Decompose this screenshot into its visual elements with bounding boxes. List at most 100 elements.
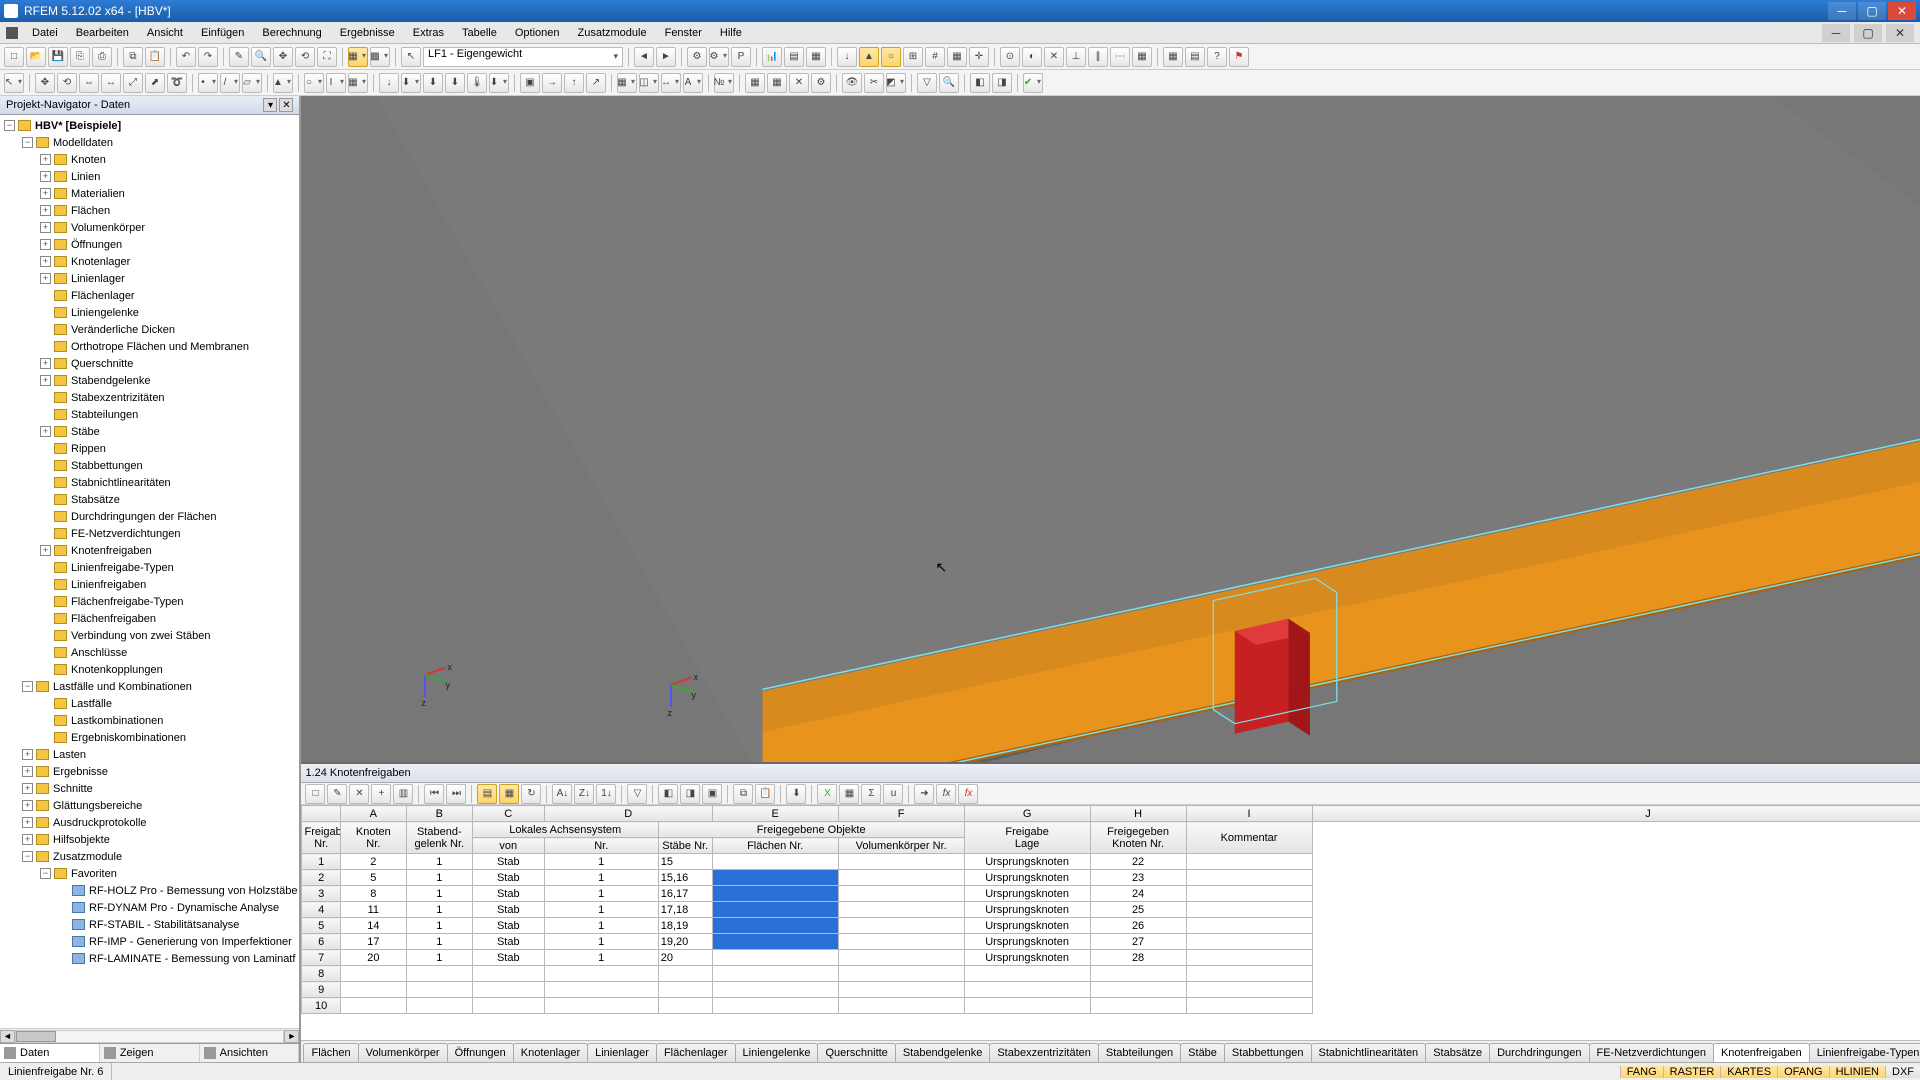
tree-item[interactable]: Flächenfreigaben [2,610,297,627]
print-button[interactable]: ⎙ [92,47,112,67]
table-tab[interactable]: Stabexzentrizitäten [989,1043,1099,1062]
menu-hilfe[interactable]: Hilfe [712,25,750,41]
table-grid[interactable]: ABCDEFGHIJFreigabeNr.KnotenNr.Stabend-ge… [301,805,1920,1040]
snap-grid-button[interactable]: ▦ [1132,47,1152,67]
tree-item[interactable]: −Modelldaten [2,134,297,151]
sweep-button[interactable]: ➰ [167,73,187,93]
table-tab[interactable]: Volumenkörper [358,1043,448,1062]
view-y-button[interactable]: ↑ [564,73,584,93]
table-row[interactable]: 10 [302,998,1920,1014]
mdi-close-button[interactable]: ✕ [1886,24,1914,42]
mesh-gen-button[interactable]: ▦ [745,73,765,93]
tree-item[interactable]: Lastfälle [2,695,297,712]
menu-optionen[interactable]: Optionen [507,25,568,41]
minimize-button[interactable]: ─ [1828,2,1856,20]
paste-button[interactable]: 📋 [145,47,165,67]
tree-item[interactable]: +Volumenkörper [2,219,297,236]
color1-button[interactable]: ◧ [970,73,990,93]
tbl-units-button[interactable]: u [883,784,903,804]
tree-item[interactable]: −Zusatzmodule [2,848,297,865]
undo-button[interactable]: ↶ [176,47,196,67]
scroll-left-icon[interactable]: ◄ [0,1030,15,1043]
status-toggle-raster[interactable]: RASTER [1663,1066,1721,1078]
load-surface-button[interactable]: ⬇ [423,73,443,93]
tbl-sel2-button[interactable]: ◨ [680,784,700,804]
menu-ergebnisse[interactable]: Ergebnisse [332,25,403,41]
tree-item[interactable]: Stabexzentrizitäten [2,389,297,406]
navigator-pin-icon[interactable]: ▾ [263,98,277,112]
tree-item[interactable]: Rippen [2,440,297,457]
workplane-button[interactable]: ◫ [639,73,659,93]
tree-item[interactable]: RF-LAMINATE - Bemessung von Laminatf [2,950,297,967]
results-button[interactable]: 📊 [762,47,782,67]
material-button[interactable]: ▦ [348,73,368,93]
new-button[interactable]: □ [4,47,24,67]
find-button[interactable]: 🔍 [939,73,959,93]
tree-item[interactable]: Liniengelenke [2,304,297,321]
mesh-del-button[interactable]: ✕ [789,73,809,93]
partial-button[interactable]: ◩ [886,73,906,93]
menu-zusatzmodule[interactable]: Zusatzmodule [570,25,655,41]
table-row[interactable]: 6171Stab119,20Ursprungsknoten27 [302,934,1920,950]
status-toggle-ofang[interactable]: OFANG [1777,1066,1829,1078]
tbl-sort-n-button[interactable]: 1↓ [596,784,616,804]
tree-item[interactable]: +Glättungsbereiche [2,797,297,814]
table-tab[interactable]: Stabendgelenke [895,1043,991,1062]
table-row[interactable]: 5141Stab118,19Ursprungsknoten26 [302,918,1920,934]
tbl-edit-button[interactable]: ✎ [327,784,347,804]
show-hinge-button[interactable]: ○ [881,47,901,67]
tree-item[interactable]: RF-IMP - Generierung von Imperfektioner [2,933,297,950]
tbl-paste-button[interactable]: 📋 [755,784,775,804]
support-button[interactable]: ▲ [273,73,293,93]
tbl-copy-button[interactable]: ⧉ [733,784,753,804]
tree-item[interactable]: +Hilfsobjekte [2,831,297,848]
table-row[interactable]: 4111Stab117,18Ursprungsknoten25 [302,902,1920,918]
tbl-auto-button[interactable]: ▦ [499,784,519,804]
menu-berechnung[interactable]: Berechnung [254,25,329,41]
menu-datei[interactable]: Datei [24,25,66,41]
next-lc-button[interactable]: ► [656,47,676,67]
close-button[interactable]: ✕ [1888,2,1916,20]
tree-item[interactable]: Flächenlager [2,287,297,304]
redo-button[interactable]: ↷ [198,47,218,67]
para-button[interactable]: P [731,47,751,67]
tree-item[interactable]: Flächenfreigabe-Typen [2,593,297,610]
table-row[interactable]: 7201Stab120Ursprungsknoten28 [302,950,1920,966]
rotate-button[interactable]: ⟲ [295,47,315,67]
help-button[interactable]: ? [1207,47,1227,67]
tree-item[interactable]: Stabsätze [2,491,297,508]
tree-item[interactable]: Verbindung von zwei Stäben [2,627,297,644]
tree-item[interactable]: +Schnitte [2,780,297,797]
tree-item[interactable]: FE-Netzverdichtungen [2,525,297,542]
num-button[interactable]: № [714,73,734,93]
tbl-new-button[interactable]: □ [305,784,325,804]
zoom-window-button[interactable]: 🔍 [251,47,271,67]
grid-button[interactable]: ▦ [617,73,637,93]
mesh-ref-button[interactable]: ▦ [767,73,787,93]
tree-item[interactable]: RF-HOLZ Pro - Bemessung von Holzstäbe [2,882,297,899]
tree-item[interactable]: −Favoriten [2,865,297,882]
tbl-renum-button[interactable]: ↻ [521,784,541,804]
tbl-col-button[interactable]: ▥ [393,784,413,804]
snap-perp-button[interactable]: ⊥ [1066,47,1086,67]
tbl-fx2-button[interactable]: fx [958,784,978,804]
tree-item[interactable]: Orthotrope Flächen und Membranen [2,338,297,355]
transparency-button[interactable]: ▩ [370,47,390,67]
window-tile-button[interactable]: ▦ [1163,47,1183,67]
tree-item[interactable]: +Linien [2,168,297,185]
view-z-button[interactable]: ↗ [586,73,606,93]
tbl-fx-icon[interactable]: fx [936,784,956,804]
snap-mid-button[interactable]: ◐ [1022,47,1042,67]
tbl-sort-z-button[interactable]: Z↓ [574,784,594,804]
navigator-tree[interactable]: −HBV* [Beispiele]−Modelldaten+Knoten+Lin… [0,115,299,1028]
view-x-button[interactable]: → [542,73,562,93]
window-cascade-button[interactable]: ▤ [1185,47,1205,67]
tree-item[interactable]: Stabbettungen [2,457,297,474]
scroll-right-icon[interactable]: ► [284,1030,299,1043]
table-tab[interactable]: Flächenlager [656,1043,736,1062]
loadcase-select[interactable]: LF1 - Eigengewicht [423,47,623,67]
tree-item[interactable]: RF-STABIL - Stabilitätsanalyse [2,916,297,933]
navigator-close-icon[interactable]: ✕ [279,98,293,112]
tree-item[interactable]: +Knotenlager [2,253,297,270]
member-hinge-button[interactable]: ○ [304,73,324,93]
